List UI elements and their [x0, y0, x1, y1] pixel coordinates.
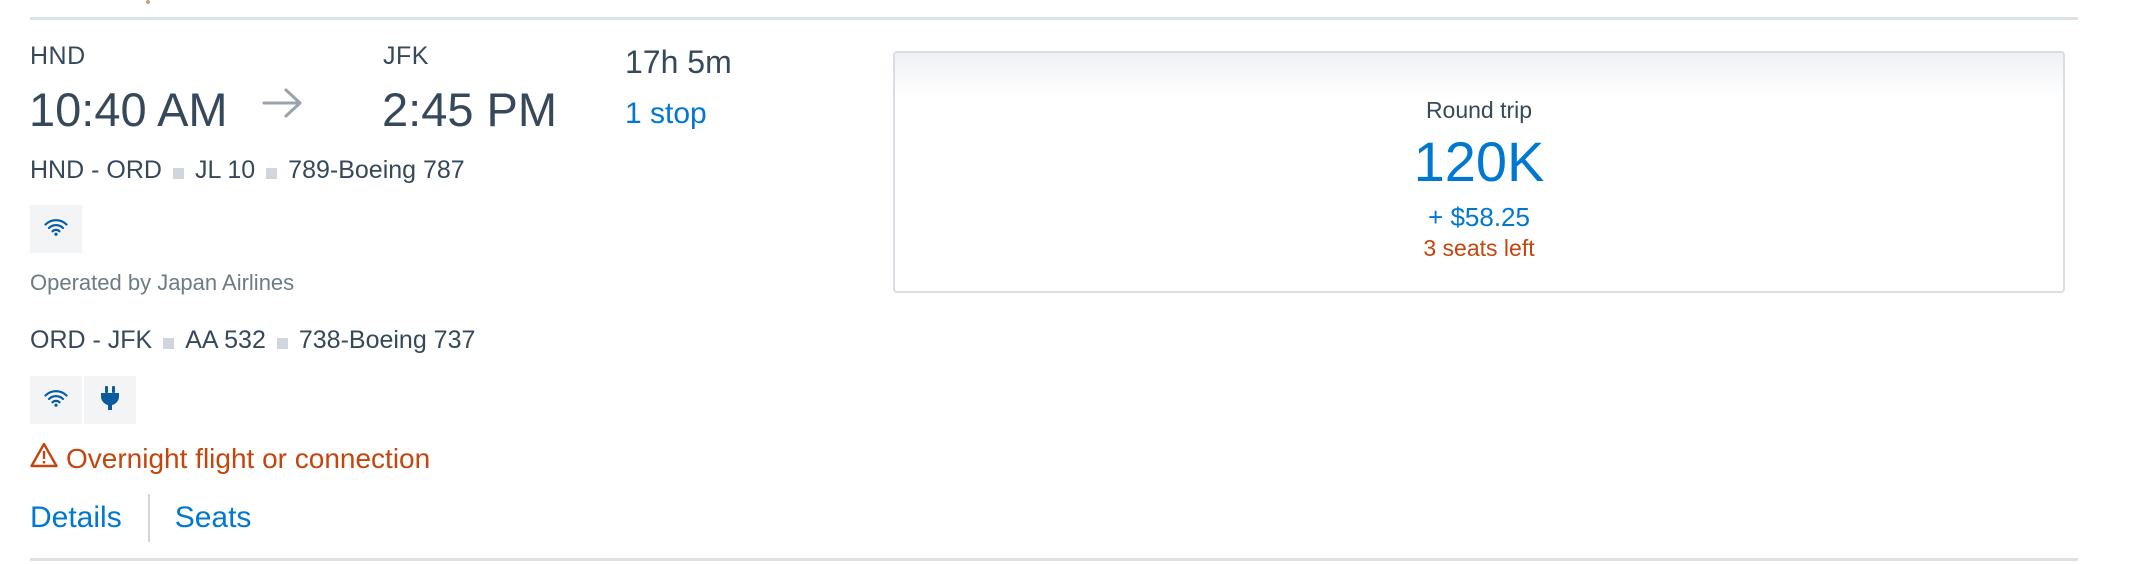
power-amenity — [84, 376, 136, 424]
flight-duration: 17h 5m — [625, 44, 732, 80]
flight-links: Details Seats — [30, 494, 251, 542]
segment-1-route: HND - ORD — [30, 156, 162, 184]
flight-result-card: HND 10:40 AM JFK 2:45 PM 17h 5m 1 stop H… — [0, 0, 2150, 564]
segment-1-operated-by: Operated by Japan Airlines — [30, 270, 295, 295]
fare-taxes: + $58.25 — [1428, 202, 1530, 232]
separator-dot — [276, 338, 288, 349]
wifi-amenity — [30, 376, 82, 424]
fare-label: Round trip — [1425, 97, 1533, 123]
stops-link[interactable]: 1 stop — [625, 97, 707, 131]
arrive-time: 2:45 PM — [382, 83, 558, 136]
warning-text: Overnight flight or connection — [66, 442, 431, 474]
top-divider — [30, 17, 2078, 20]
arrow-right-icon — [262, 85, 304, 128]
separator-dot — [266, 168, 278, 179]
links-divider — [147, 494, 150, 542]
overnight-warning: Overnight flight or connection — [30, 442, 430, 475]
warning-triangle-icon — [30, 442, 66, 475]
wifi-icon — [44, 218, 68, 241]
segment-1-flight-number: JL 10 — [194, 156, 256, 184]
wifi-icon — [44, 389, 68, 412]
arrive-airport-code: JFK — [383, 42, 429, 70]
segment-1-aircraft: 789-Boeing 787 — [288, 156, 465, 184]
top-edge-mark — [146, 0, 150, 4]
separator-dot — [163, 338, 175, 349]
segment-2-info: ORD - JFK AA 532 738-Boeing 737 — [30, 326, 475, 355]
fare-miles: 120K — [1413, 130, 1545, 193]
segment-2-amenities — [30, 376, 136, 424]
fare-content: Round trip 120K + $58.25 3 seats left — [895, 97, 2063, 262]
power-outlet-icon — [99, 385, 121, 416]
segment-2-aircraft: 738-Boeing 737 — [298, 326, 476, 354]
depart-airport-code: HND — [30, 42, 86, 70]
segment-1-info: HND - ORD JL 10 789-Boeing 787 — [30, 156, 465, 185]
seats-link[interactable]: Seats — [175, 501, 252, 535]
separator-dot — [172, 168, 184, 179]
depart-time: 10:40 AM — [29, 83, 228, 136]
fare-option-round-trip[interactable]: Round trip 120K + $58.25 3 seats left — [893, 51, 2065, 293]
seats-left-badge: 3 seats left — [1423, 235, 1535, 261]
bottom-divider — [30, 558, 2078, 561]
details-link[interactable]: Details — [30, 501, 122, 535]
segment-2-route: ORD - JFK — [30, 326, 153, 354]
segment-2-flight-number: AA 532 — [185, 326, 266, 354]
segment-1-amenities — [30, 205, 82, 253]
wifi-amenity — [30, 205, 82, 253]
